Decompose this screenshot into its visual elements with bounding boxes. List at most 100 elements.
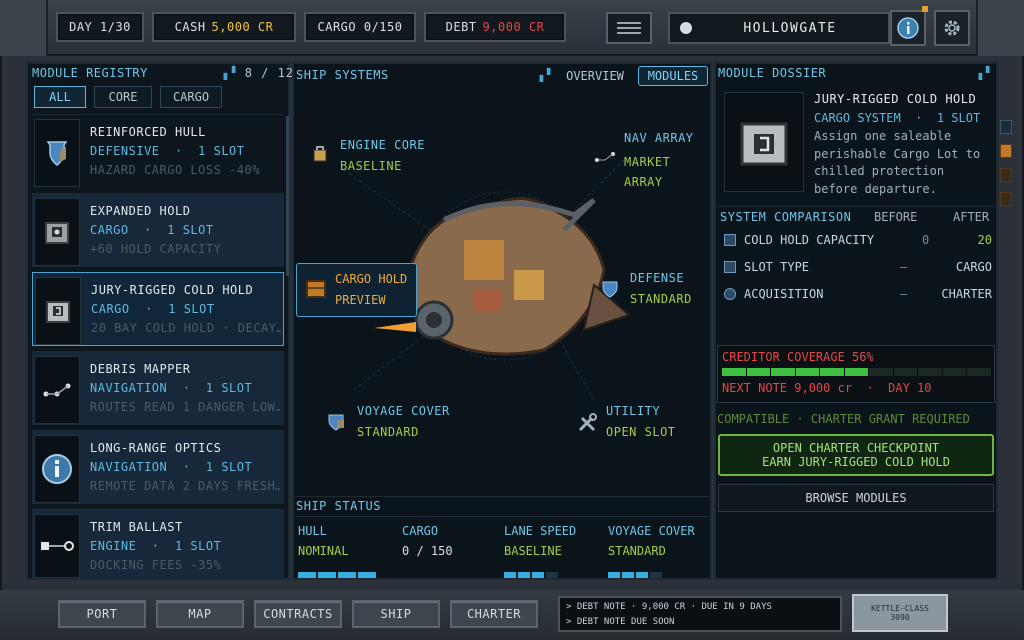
compat-status: COMPATIBLE · CHARTER GRANT REQUIRED [717, 412, 970, 426]
nav-map-button[interactable]: MAP [156, 600, 244, 628]
side-tab[interactable] [1000, 144, 1012, 158]
status-lane-speed: LANE SPEED BASELINE [504, 524, 604, 582]
status-hull: HULL NOMINAL [298, 524, 398, 582]
nav-charter-button[interactable]: CHARTER [450, 600, 538, 628]
module-item-debris-mapper[interactable]: DEBRIS MAPPER NAVIGATION · 1 SLOT ROUTES… [32, 351, 284, 425]
nav-contracts-button[interactable]: CONTRACTS [254, 600, 342, 628]
cash-value: 5,000 CR [211, 20, 274, 34]
registry-scrollbar[interactable] [286, 116, 289, 276]
ship-class-plate: KETTLE-CLASS 3090 [852, 594, 948, 632]
tab-overview[interactable]: OVERVIEW [558, 66, 632, 86]
row-label: COLD HOLD CAPACITY [744, 233, 875, 247]
coverage-segment [918, 368, 942, 376]
info-button[interactable] [890, 6, 928, 46]
plate-line: KETTLE-CLASS [871, 604, 929, 613]
dossier-system: CARGO SYSTEM · 1 SLOT [814, 111, 981, 125]
module-name: JURY-RIGGED COLD HOLD [91, 283, 254, 297]
cash-display: CASH 5,000 CR [152, 12, 296, 42]
status-value: BASELINE [504, 544, 562, 558]
coverage-segment [746, 368, 771, 376]
settings-button[interactable] [934, 10, 970, 46]
info-icon [34, 435, 80, 503]
side-tab[interactable] [1000, 168, 1012, 182]
comparison-row: ACQUISITION — CHARTER [724, 287, 992, 305]
cold-crate-icon [740, 122, 788, 166]
comparison-row: SLOT TYPE — CARGO [724, 260, 992, 278]
row-before: — [900, 287, 908, 301]
side-tab[interactable] [1000, 192, 1012, 206]
status-value: STANDARD [608, 544, 666, 558]
module-desc: ROUTES READ 1 DANGER LOW… [90, 400, 280, 414]
status-divider [294, 516, 710, 517]
dossier-description: Assign one saleable perishable Cargo Lot… [814, 129, 981, 196]
coverage-segment [722, 368, 746, 376]
coverage-segment [820, 368, 844, 376]
node-state: STANDARD [630, 292, 692, 306]
ship-status-grid: HULL NOMINAL CARGO 0 / 150 LANE SPEED BA… [298, 524, 708, 578]
module-category: NAVIGATION · 1 SLOT [90, 460, 253, 474]
node-state: BASELINE [340, 159, 402, 173]
menu-button[interactable] [606, 12, 652, 44]
node-cargo-hold[interactable]: CARGO HOLD PREVIEW [296, 263, 417, 317]
dossier-title: MODULE DOSSIER [718, 66, 827, 80]
cash-label: CASH [174, 20, 206, 34]
cargo-label: CARGO 0/150 [317, 20, 403, 34]
row-label: SLOT TYPE [744, 260, 810, 274]
corner-plate [976, 0, 1024, 56]
filter-cargo[interactable]: CARGO [160, 86, 222, 108]
registry-title: MODULE REGISTRY [32, 66, 148, 80]
module-item-expanded-hold[interactable]: EXPANDED HOLD CARGO · 1 SLOT +60 HOLD CA… [32, 193, 284, 267]
module-desc: HAZARD CARGO LOSS -40% [90, 163, 260, 177]
shield-icon [34, 119, 80, 187]
module-item-trim-ballast[interactable]: TRIM BALLAST ENGINE · 1 SLOT DOCKING FEE… [32, 509, 284, 579]
next-note: NEXT NOTE 9,000 cr · DAY 10 [722, 381, 932, 395]
status-label: LANE SPEED [504, 524, 577, 538]
row-before: 0 [922, 233, 930, 247]
node-name: ENGINE CORE [340, 138, 425, 152]
filter-all[interactable]: ALL [34, 86, 86, 108]
status-bars [504, 563, 604, 582]
module-category: DEFENSIVE · 1 SLOT [90, 144, 245, 158]
plate-line: 3090 [890, 613, 910, 622]
info-icon [897, 17, 919, 39]
cold-crate-icon [35, 277, 81, 345]
module-desc: 20 BAY COLD HOLD · DECAY… [91, 321, 281, 335]
debt-value: 9,000 CR [482, 20, 545, 34]
module-name: LONG-RANGE OPTICS [90, 441, 222, 455]
open-charter-button[interactable]: OPEN CHARTER CHECKPOINT EARN JURY-RIGGED… [718, 434, 994, 476]
nav-ship-button[interactable]: SHIP [352, 600, 440, 628]
log-line: > DEBT NOTE DUE SOON [566, 617, 675, 627]
nav-port-button[interactable]: PORT [58, 600, 146, 628]
browse-modules-button[interactable]: BROWSE MODULES [718, 484, 994, 512]
ship-status-title: SHIP STATUS [296, 499, 381, 513]
module-name: EXPANDED HOLD [90, 204, 191, 218]
module-item-long-range-optics[interactable]: LONG-RANGE OPTICS NAVIGATION · 1 SLOT RE… [32, 430, 284, 504]
module-item-jury-rigged-cold-hold[interactable]: JURY-RIGGED COLD HOLD CARGO · 1 SLOT 20 … [32, 272, 284, 346]
primary-line2: EARN JURY-RIGGED COLD HOLD [762, 455, 950, 469]
day-label: DAY 1/30 [69, 20, 131, 34]
route-icon [594, 151, 616, 166]
gear-icon [944, 20, 960, 36]
tab-modules[interactable]: MODULES [638, 66, 708, 86]
module-item-reinforced-hull[interactable]: REINFORCED HULL DEFENSIVE · 1 SLOT HAZAR… [32, 114, 284, 188]
after-header: AFTER [953, 210, 990, 224]
event-log: > DEBT NOTE · 9,000 CR · DUE IN 9 DAYS >… [558, 596, 842, 632]
status-cargo: CARGO 0 / 150 [402, 524, 502, 558]
location-name: HOLLOWGATE [743, 20, 837, 36]
status-label: CARGO [402, 524, 439, 538]
dossier-module-name: JURY-RIGGED COLD HOLD [814, 92, 977, 106]
crate-icon [34, 198, 80, 266]
shield-icon [326, 412, 346, 435]
coverage-segment [893, 368, 918, 376]
coverage-segment [795, 368, 820, 376]
log-line: > DEBT NOTE · 9,000 CR · DUE IN 9 DAYS [566, 602, 772, 612]
debt-display: DEBT 9,000 CR [424, 12, 566, 42]
filter-core[interactable]: CORE [94, 86, 152, 108]
side-tab[interactable] [1000, 120, 1012, 134]
coverage-segment [844, 368, 869, 376]
coverage-label: CREDITOR COVERAGE 56% [722, 350, 874, 364]
row-before: — [900, 260, 908, 274]
before-header: BEFORE [874, 210, 918, 224]
row-label: ACQUISITION [744, 287, 824, 301]
dossier-divider [716, 206, 996, 207]
